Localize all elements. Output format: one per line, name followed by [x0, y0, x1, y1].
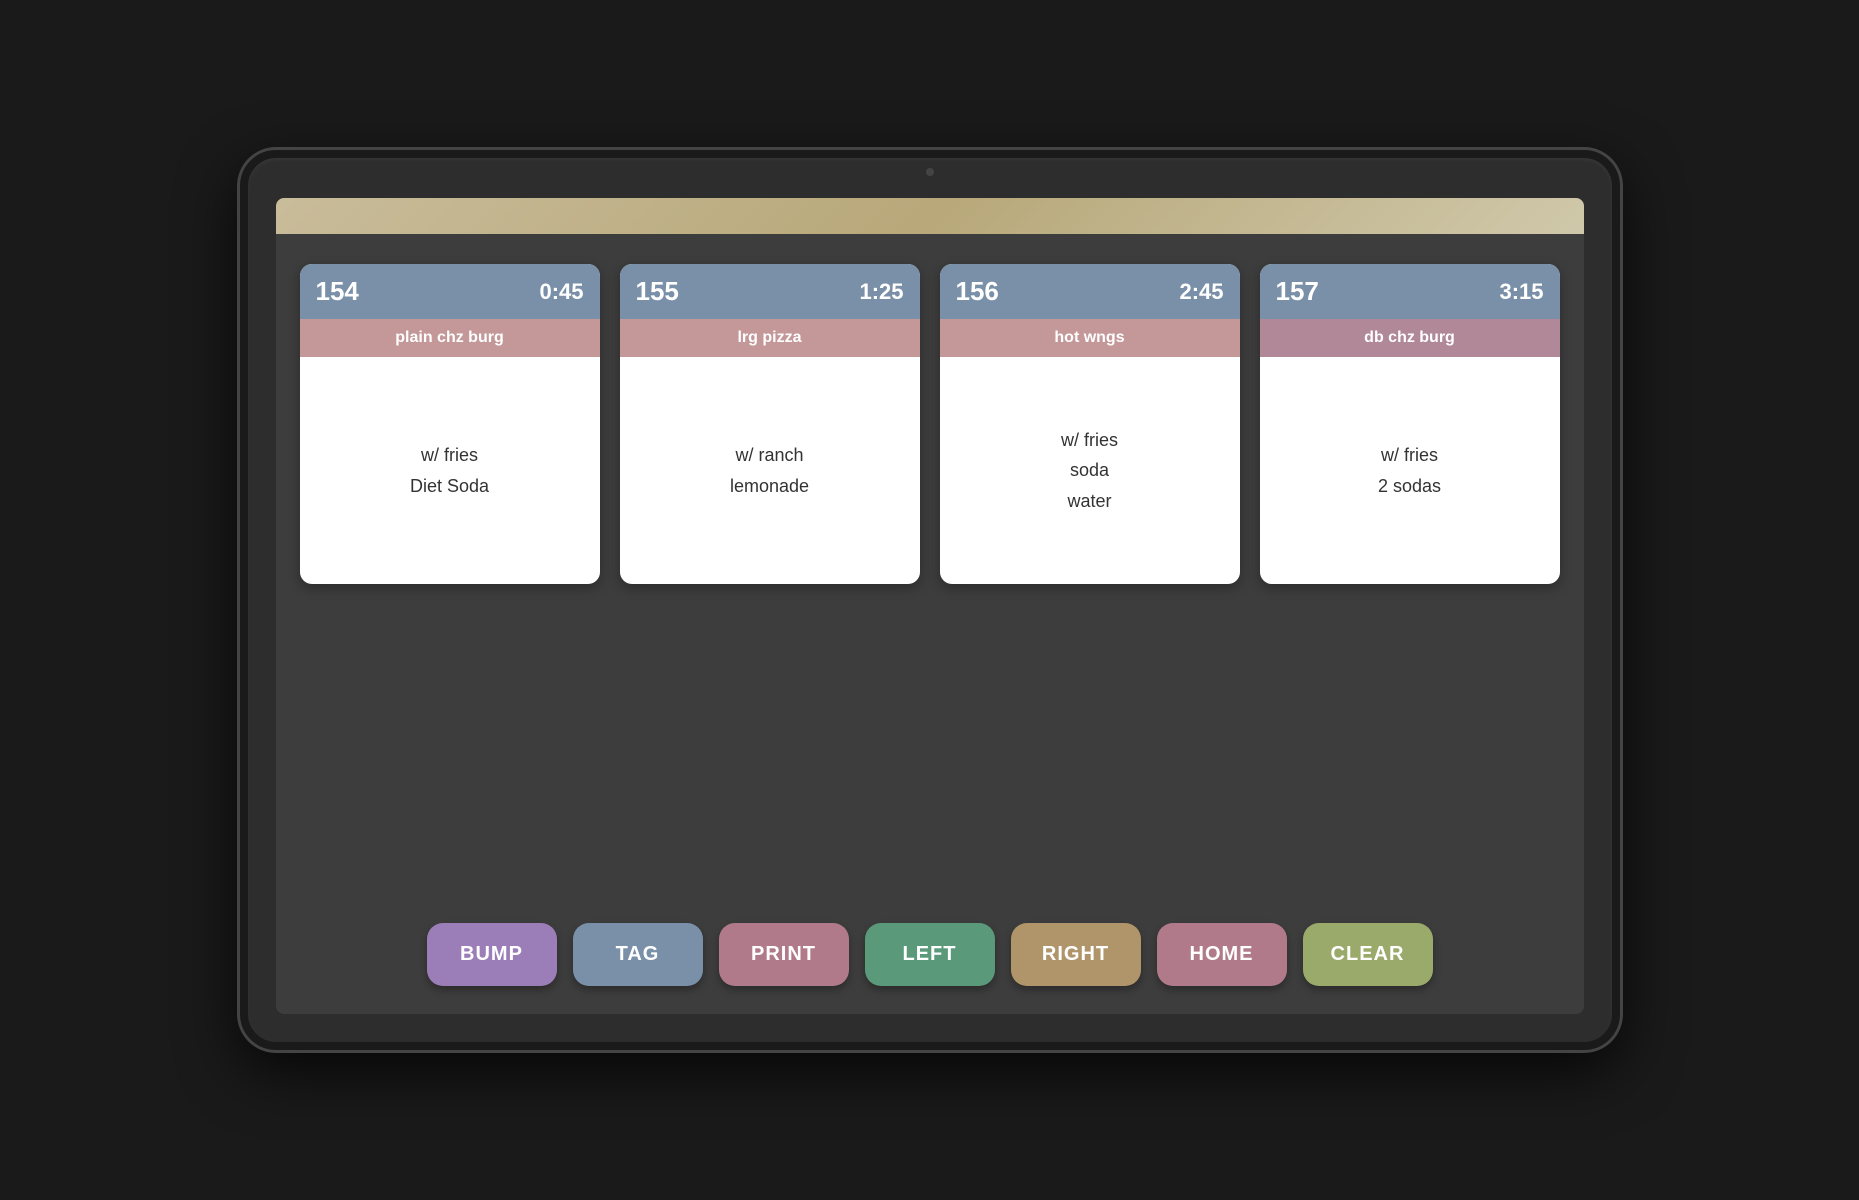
orders-grid: 154 0:45 plain chz burg w/ friesDiet Sod…: [300, 264, 1560, 907]
order-number-156: 156: [956, 276, 999, 307]
card-header-157: 157 3:15: [1260, 264, 1560, 319]
order-time-156: 2:45: [1179, 279, 1223, 305]
print-button[interactable]: PRINT: [719, 923, 849, 986]
order-detail: w/ fries: [410, 440, 489, 471]
clear-button[interactable]: CLEAR: [1303, 923, 1433, 986]
tag-button[interactable]: TAG: [573, 923, 703, 986]
screen: 154 0:45 plain chz burg w/ friesDiet Sod…: [276, 198, 1584, 1014]
order-detail: soda: [1061, 455, 1118, 486]
left-button[interactable]: LEFT: [865, 923, 995, 986]
card-header-156: 156 2:45: [940, 264, 1240, 319]
card-item-name-155: lrg pizza: [620, 319, 920, 357]
order-detail: w/ fries: [1061, 425, 1118, 456]
order-detail: water: [1061, 486, 1118, 517]
order-number-154: 154: [316, 276, 359, 307]
bump-button[interactable]: BUMP: [427, 923, 557, 986]
card-body-items-156: w/ friessodawater: [1061, 425, 1118, 517]
order-detail: 2 sodas: [1378, 471, 1441, 502]
card-body-items-155: w/ ranchlemonade: [730, 440, 809, 501]
main-content: 154 0:45 plain chz burg w/ friesDiet Sod…: [276, 234, 1584, 1014]
order-card-157[interactable]: 157 3:15 db chz burg w/ fries2 sodas: [1260, 264, 1560, 584]
card-body-items-154: w/ friesDiet Soda: [410, 440, 489, 501]
card-body-154: w/ friesDiet Soda: [300, 357, 600, 584]
order-number-155: 155: [636, 276, 679, 307]
buttons-row: BUMP TAG PRINT LEFT RIGHT HOME CLEAR: [300, 907, 1560, 994]
order-detail: Diet Soda: [410, 471, 489, 502]
home-button[interactable]: HOME: [1157, 923, 1287, 986]
order-time-155: 1:25: [859, 279, 903, 305]
card-body-items-157: w/ fries2 sodas: [1378, 440, 1441, 501]
order-detail: lemonade: [730, 471, 809, 502]
card-body-156: w/ friessodawater: [940, 357, 1240, 584]
card-header-154: 154 0:45: [300, 264, 600, 319]
app-header: [276, 198, 1584, 234]
order-card-154[interactable]: 154 0:45 plain chz burg w/ friesDiet Sod…: [300, 264, 600, 584]
order-detail: w/ ranch: [730, 440, 809, 471]
order-number-157: 157: [1276, 276, 1319, 307]
card-item-name-154: plain chz burg: [300, 319, 600, 357]
tablet-frame: 154 0:45 plain chz burg w/ friesDiet Sod…: [240, 150, 1620, 1050]
order-card-155[interactable]: 155 1:25 lrg pizza w/ ranchlemonade: [620, 264, 920, 584]
order-time-157: 3:15: [1499, 279, 1543, 305]
card-header-155: 155 1:25: [620, 264, 920, 319]
order-card-156[interactable]: 156 2:45 hot wngs w/ friessodawater: [940, 264, 1240, 584]
order-detail: w/ fries: [1378, 440, 1441, 471]
right-button[interactable]: RIGHT: [1011, 923, 1141, 986]
card-item-name-156: hot wngs: [940, 319, 1240, 357]
card-body-155: w/ ranchlemonade: [620, 357, 920, 584]
order-time-154: 0:45: [539, 279, 583, 305]
card-item-name-157: db chz burg: [1260, 319, 1560, 357]
card-body-157: w/ fries2 sodas: [1260, 357, 1560, 584]
